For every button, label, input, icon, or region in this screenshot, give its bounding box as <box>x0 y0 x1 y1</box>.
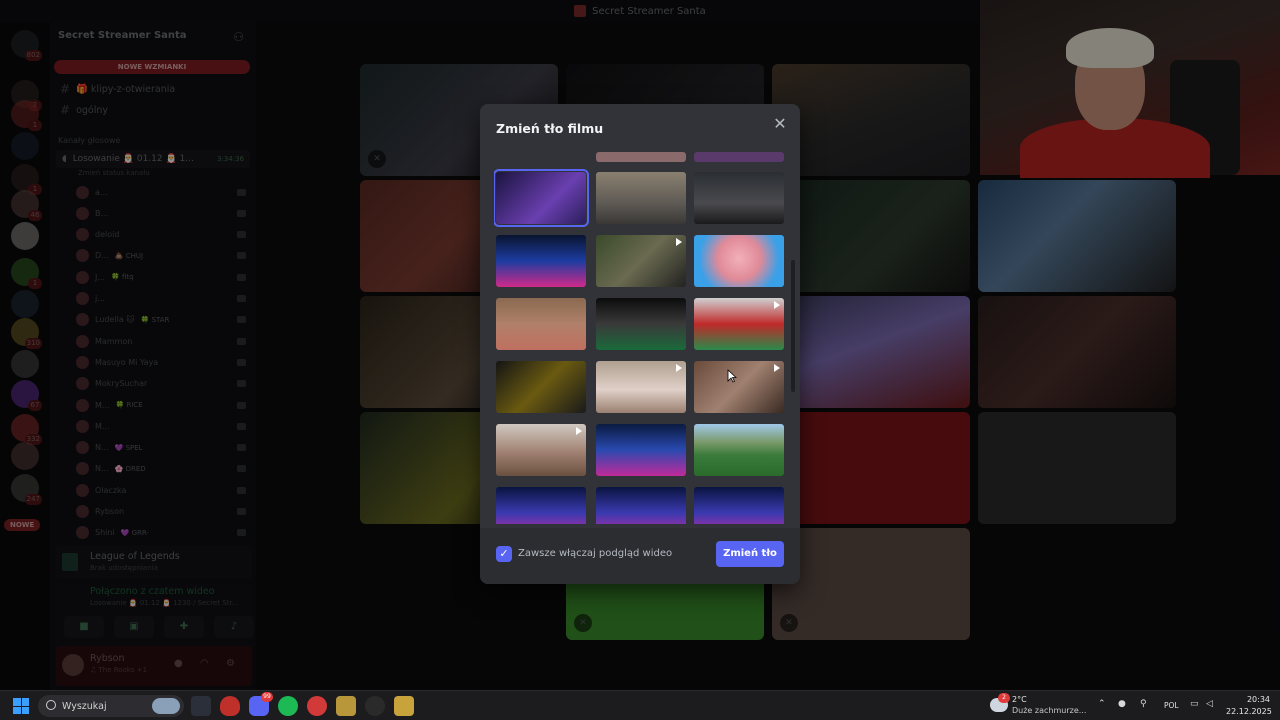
thumb-neon-b[interactable] <box>596 487 686 524</box>
thumb-neon-a[interactable] <box>496 487 586 524</box>
taskbar: Wyszukaj 99 2 2°C Duże zachmurze... ⌃ ● … <box>0 690 1280 720</box>
thumb-bedroom[interactable] <box>596 172 686 224</box>
tray-app-icon[interactable]: ● <box>1118 699 1126 709</box>
thumb-man-room[interactable] <box>496 298 586 350</box>
change-background-button[interactable]: Zmień tło <box>716 541 784 567</box>
thumb-people-outdoor[interactable] <box>596 235 686 287</box>
play-icon <box>774 301 780 309</box>
discord-badge: 99 <box>261 692 273 702</box>
desktop: Secret Streamer Santa NOWE 8022114613106… <box>0 0 1280 720</box>
thumb-woman-indoor[interactable] <box>496 424 586 476</box>
grid-scrollbar[interactable] <box>791 260 795 392</box>
thumb-hair-closeup[interactable] <box>694 361 784 413</box>
thumb-woman-light[interactable] <box>596 361 686 413</box>
search-icon <box>46 700 56 710</box>
windows-start-icon[interactable] <box>13 698 29 714</box>
chrome-app-icon[interactable] <box>307 696 327 716</box>
brave-app-icon[interactable] <box>220 696 240 716</box>
language-indicator[interactable]: POL <box>1164 701 1179 710</box>
weather-temp: 2°C <box>1012 695 1027 704</box>
weather-widget[interactable]: 2 2°C Duże zachmurze... <box>990 693 1100 719</box>
thumb-room-purple[interactable] <box>494 169 589 227</box>
league-app-icon[interactable] <box>394 696 414 716</box>
modal-footer: ✓ Zawsze włączaj podgląd wideo Zmień tło <box>480 528 800 584</box>
taskbar-clock[interactable]: 20:34 22.12.2025 <box>1226 694 1272 718</box>
play-icon <box>676 364 682 372</box>
change-background-modal: Zmień tło filmu ✕ ✓ Zawsze włączaj podgl… <box>480 104 800 584</box>
chevron-up-icon[interactable]: ⌃ <box>1098 699 1106 709</box>
volume-icon[interactable]: ◁ <box>1206 699 1213 709</box>
search-highlight-image <box>152 698 180 714</box>
close-icon[interactable]: ✕ <box>772 116 788 132</box>
microphone-icon[interactable]: ⚲ <box>1140 699 1147 709</box>
search-placeholder: Wyszukaj <box>62 700 107 712</box>
thumb-partial[interactable] <box>694 152 784 162</box>
preview-checkbox-label[interactable]: Zawsze włączaj podgląd wideo <box>518 548 672 559</box>
network-icon[interactable]: ▭ <box>1190 699 1199 709</box>
thumb-dark-yellow[interactable] <box>496 361 586 413</box>
clock-time: 20:34 <box>1246 695 1270 704</box>
thumb-football-field[interactable] <box>694 424 784 476</box>
thumb-gamers[interactable] <box>694 172 784 224</box>
thumb-neon-blue[interactable] <box>496 235 586 287</box>
play-icon <box>576 427 582 435</box>
thumb-partial[interactable] <box>596 152 686 162</box>
background-grid <box>494 152 786 524</box>
taskbar-search[interactable]: Wyszukaj <box>38 695 184 717</box>
steam-app-icon[interactable] <box>191 696 211 716</box>
thumb-neon-c[interactable] <box>694 487 784 524</box>
clock-date: 22.12.2025 <box>1226 707 1272 716</box>
weather-badge: 2 <box>998 693 1010 703</box>
modal-title: Zmień tło filmu <box>496 121 604 136</box>
mouse-cursor-icon <box>727 369 737 383</box>
play-icon <box>774 364 780 372</box>
play-icon <box>676 238 682 246</box>
weather-desc: Duże zachmurze... <box>1012 706 1087 715</box>
preview-checkbox[interactable]: ✓ <box>496 546 512 562</box>
thumb-neon-studio[interactable] <box>596 424 686 476</box>
thumb-pink-meme[interactable] <box>694 235 784 287</box>
spotify-app-icon[interactable] <box>278 696 298 716</box>
obs-app-icon[interactable] <box>365 696 385 716</box>
riot-app-icon[interactable] <box>336 696 356 716</box>
discord-app-icon[interactable]: 99 <box>249 692 273 716</box>
thumb-santa-dance[interactable] <box>694 298 784 350</box>
thumb-desk-setup[interactable] <box>596 298 686 350</box>
